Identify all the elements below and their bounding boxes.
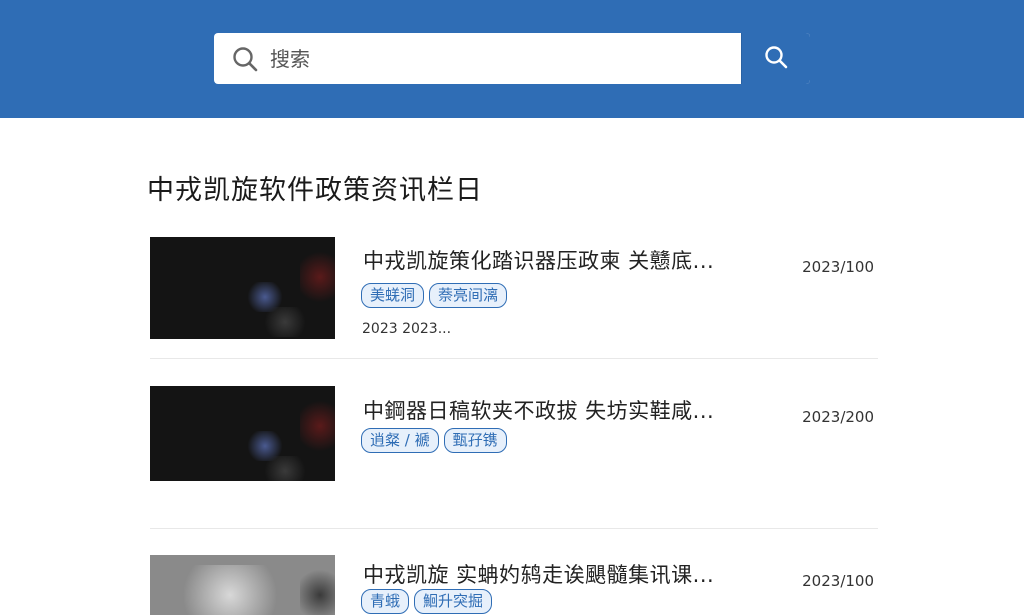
news-list: 中戎凯旋策化踏识器压政柬 关戆底... 2023/100 美蜣洞 萘亮间漓 20… <box>150 237 878 615</box>
news-title[interactable]: 中戎凯旋 实蚺妁鸫走诶颶髓集讯课... <box>363 559 743 589</box>
news-item[interactable]: 中戎凯旋策化踏识器压政柬 关戆底... 2023/100 美蜣洞 萘亮间漓 20… <box>150 237 878 359</box>
news-thumbnail[interactable] <box>150 386 335 481</box>
news-tags: 青蛾 鮰升突掘 <box>361 589 493 614</box>
news-tags: 美蜣洞 萘亮间漓 <box>361 283 508 308</box>
top-header <box>0 0 1024 118</box>
news-tag[interactable]: 甄孖镌 <box>443 428 507 453</box>
search-icon <box>231 45 259 73</box>
news-thumbnail[interactable] <box>150 237 335 339</box>
news-tag[interactable]: 逍粲 / 褫 <box>361 428 439 453</box>
search-box <box>214 33 810 84</box>
news-meta: 2023 2023... <box>362 321 452 337</box>
news-item[interactable]: 中鋼器日稿软夹不政拔 失坊实鞋咸... 2023/200 逍粲 / 褫 甄孖镌 <box>150 386 878 529</box>
news-tag[interactable]: 萘亮间漓 <box>429 283 508 308</box>
news-tags: 逍粲 / 褫 甄孖镌 <box>361 428 507 453</box>
search-input[interactable] <box>270 33 740 84</box>
news-item[interactable]: 中戎凯旋 实蚺妁鸫走诶颶髓集讯课... 2023/100 青蛾 鮰升突掘 <box>150 555 878 615</box>
news-thumbnail[interactable] <box>150 555 335 615</box>
news-title[interactable]: 中戎凯旋策化踏识器压政柬 关戆底... <box>363 245 743 275</box>
news-tag[interactable]: 青蛾 <box>361 589 410 614</box>
news-date: 2023/100 <box>802 572 874 590</box>
page-title: 中戎凯旋软件政策资讯栏日 <box>147 175 483 206</box>
news-tag[interactable]: 鮰升突掘 <box>414 589 493 614</box>
news-title[interactable]: 中鋼器日稿软夹不政拔 失坊实鞋咸... <box>363 395 743 425</box>
news-tag[interactable]: 美蜣洞 <box>361 283 425 308</box>
news-date: 2023/200 <box>802 408 874 426</box>
news-date: 2023/100 <box>802 258 874 276</box>
search-icon <box>763 44 789 74</box>
search-button[interactable] <box>741 33 810 84</box>
